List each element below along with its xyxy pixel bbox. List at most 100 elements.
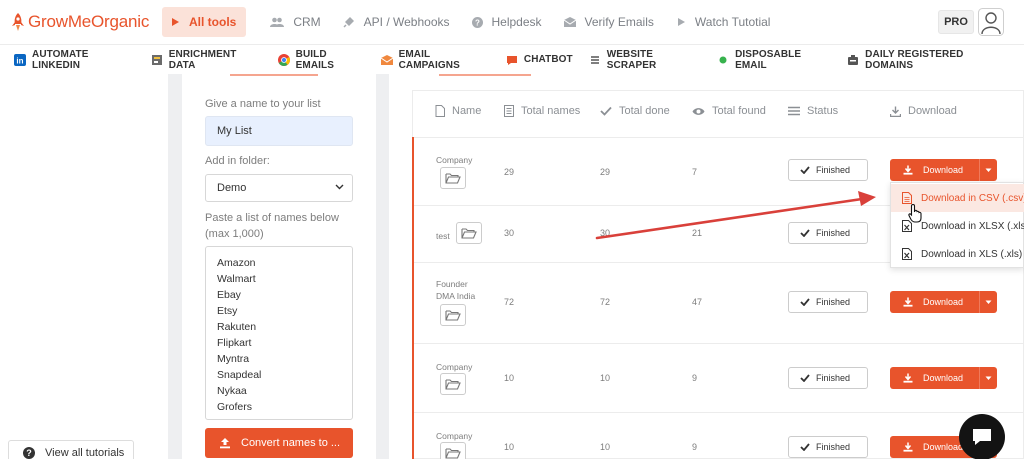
nav-api-webhooks[interactable]: API / Webhooks [333, 7, 460, 37]
user-avatar-icon[interactable] [978, 8, 1004, 36]
nav-watch-tutorial[interactable]: Watch Tutotial [666, 7, 781, 37]
folder-select-value: Demo [217, 182, 247, 194]
tool-automate-linkedin[interactable]: in AUTOMATE LINKEDIN [14, 49, 135, 71]
download-format-menu: Download in CSV (.csv) Download in XLSX … [890, 182, 1024, 268]
eye-icon [692, 107, 705, 116]
total-found-value: 9 [692, 373, 698, 383]
hand-cursor-icon [908, 203, 922, 223]
excel-file-icon [902, 248, 912, 260]
nav-all-tools-label: All tools [189, 15, 237, 29]
download-dropdown-toggle[interactable] [980, 159, 997, 181]
users-icon [270, 17, 285, 27]
nav-verify-emails-label: Verify Emails [584, 15, 654, 29]
brand-logo[interactable]: GrowMeOrganic [10, 12, 162, 32]
column-header-name[interactable]: Name [435, 105, 481, 117]
tool-automate-linkedin-label: AUTOMATE LINKEDIN [32, 48, 89, 71]
tool-website-scraper[interactable]: WEBSITE SCRAPER [589, 49, 701, 71]
tool-disposable-email[interactable]: DISPOSABLE EMAIL [717, 49, 831, 71]
dot-icon [717, 54, 729, 66]
nav-verify-emails[interactable]: Verify Emails [554, 7, 664, 37]
tool-enrichment-data[interactable]: ENRICHMENT DATA [151, 49, 262, 71]
column-header-total-found-label: Total found [712, 105, 766, 117]
tool-enrichment-data-label: ENRICHMENT DATA [168, 48, 237, 71]
check-icon [600, 106, 612, 116]
folder-open-icon[interactable] [440, 304, 466, 326]
download-icon [903, 442, 913, 452]
plan-badge[interactable]: PRO [938, 10, 974, 34]
chevron-down-icon [335, 184, 344, 190]
convert-names-button[interactable]: Convert names to ... [205, 428, 353, 458]
folder-open-icon[interactable] [440, 442, 466, 459]
column-header-total-done-label: Total done [619, 105, 670, 117]
total-names-value: 29 [504, 167, 515, 177]
total-found-value: 7 [692, 167, 698, 177]
download-button[interactable]: Download [890, 291, 997, 313]
folder-open-icon[interactable] [440, 167, 466, 189]
download-main[interactable]: Download [890, 367, 980, 389]
tool-email-campaigns[interactable]: EMAIL CAMPAIGNS [380, 48, 490, 71]
column-header-total-names[interactable]: Total names [504, 105, 580, 117]
row-divider [414, 343, 1024, 344]
scraper-icon [589, 54, 601, 66]
download-button[interactable]: Download [890, 367, 997, 389]
download-icon [903, 165, 913, 175]
tool-chatbot[interactable]: CHATBOT [506, 54, 573, 66]
chat-widget-button[interactable] [959, 414, 1005, 459]
nav-crm-label: CRM [293, 15, 321, 29]
view-all-tutorials-label: View all tutorials [45, 447, 125, 459]
list-name-text: Company [436, 362, 473, 372]
status-label: Finished [816, 228, 851, 238]
total-done-value: 10 [600, 373, 611, 383]
name-line: Grofers [217, 401, 253, 413]
row-divider [414, 412, 1024, 413]
list-name-label: Give a name to your list [205, 98, 321, 110]
rocket-icon [12, 13, 24, 31]
download-dropdown-toggle[interactable] [980, 367, 997, 389]
list-name-input[interactable]: My List [205, 116, 353, 146]
total-found-value: 21 [692, 228, 703, 238]
tool-build-emails[interactable]: BUILD EMAILS [277, 49, 365, 71]
chevron-down-icon [985, 168, 992, 172]
column-header-download[interactable]: Download [890, 105, 957, 117]
total-done-value: 10 [600, 442, 611, 452]
file-icon [435, 105, 445, 117]
column-header-total-done[interactable]: Total done [600, 105, 670, 117]
download-label: Download [923, 442, 964, 452]
download-button[interactable]: Download [890, 159, 997, 181]
column-header-total-found[interactable]: Total found [692, 105, 766, 117]
nav-all-tools[interactable]: All tools [162, 7, 247, 37]
view-all-tutorials-button[interactable]: ? View all tutorials [8, 440, 134, 459]
chat-icon [973, 429, 991, 445]
play-outline-icon [676, 17, 686, 27]
column-header-total-names-label: Total names [521, 105, 581, 117]
svg-text:in: in [16, 56, 23, 65]
check-icon [800, 443, 810, 451]
download-main[interactable]: Download [890, 291, 980, 313]
check-icon [800, 166, 810, 174]
tool-daily-registered-domains[interactable]: DAILY REGISTERED DOMAINS [847, 49, 1008, 71]
table-accent-bar [412, 137, 414, 459]
folder-select[interactable]: Demo [205, 174, 353, 202]
status-label: Finished [816, 373, 851, 383]
download-icon [903, 373, 913, 383]
document-icon [504, 105, 514, 117]
status-badge: Finished [788, 367, 868, 389]
download-main[interactable]: Download [890, 159, 980, 181]
names-textarea[interactable]: Amazon Walmart Ebay Etsy Rakuten Flipkar… [205, 246, 353, 420]
nav-api-webhooks-label: API / Webhooks [363, 15, 450, 29]
download-csv-label: Download in CSV (.csv) [921, 192, 1024, 204]
column-header-status[interactable]: Status [788, 105, 838, 117]
tool-website-scraper-label: WEBSITE SCRAPER [606, 48, 657, 71]
tool-email-campaigns-label: EMAIL CAMPAIGNS [398, 48, 460, 71]
download-xls-label: Download in XLS (.xls) [921, 248, 1023, 260]
status-label: Finished [816, 297, 851, 307]
name-line: Etsy [217, 305, 238, 317]
nav-crm[interactable]: CRM [260, 7, 330, 37]
chrome-icon [277, 53, 290, 66]
check-icon [800, 298, 810, 306]
folder-open-icon[interactable] [456, 222, 482, 244]
download-dropdown-toggle[interactable] [980, 291, 997, 313]
nav-helpdesk[interactable]: ? Helpdesk [462, 7, 552, 37]
download-xls-option[interactable]: Download in XLS (.xls) [891, 240, 1024, 268]
folder-open-icon[interactable] [440, 373, 466, 395]
